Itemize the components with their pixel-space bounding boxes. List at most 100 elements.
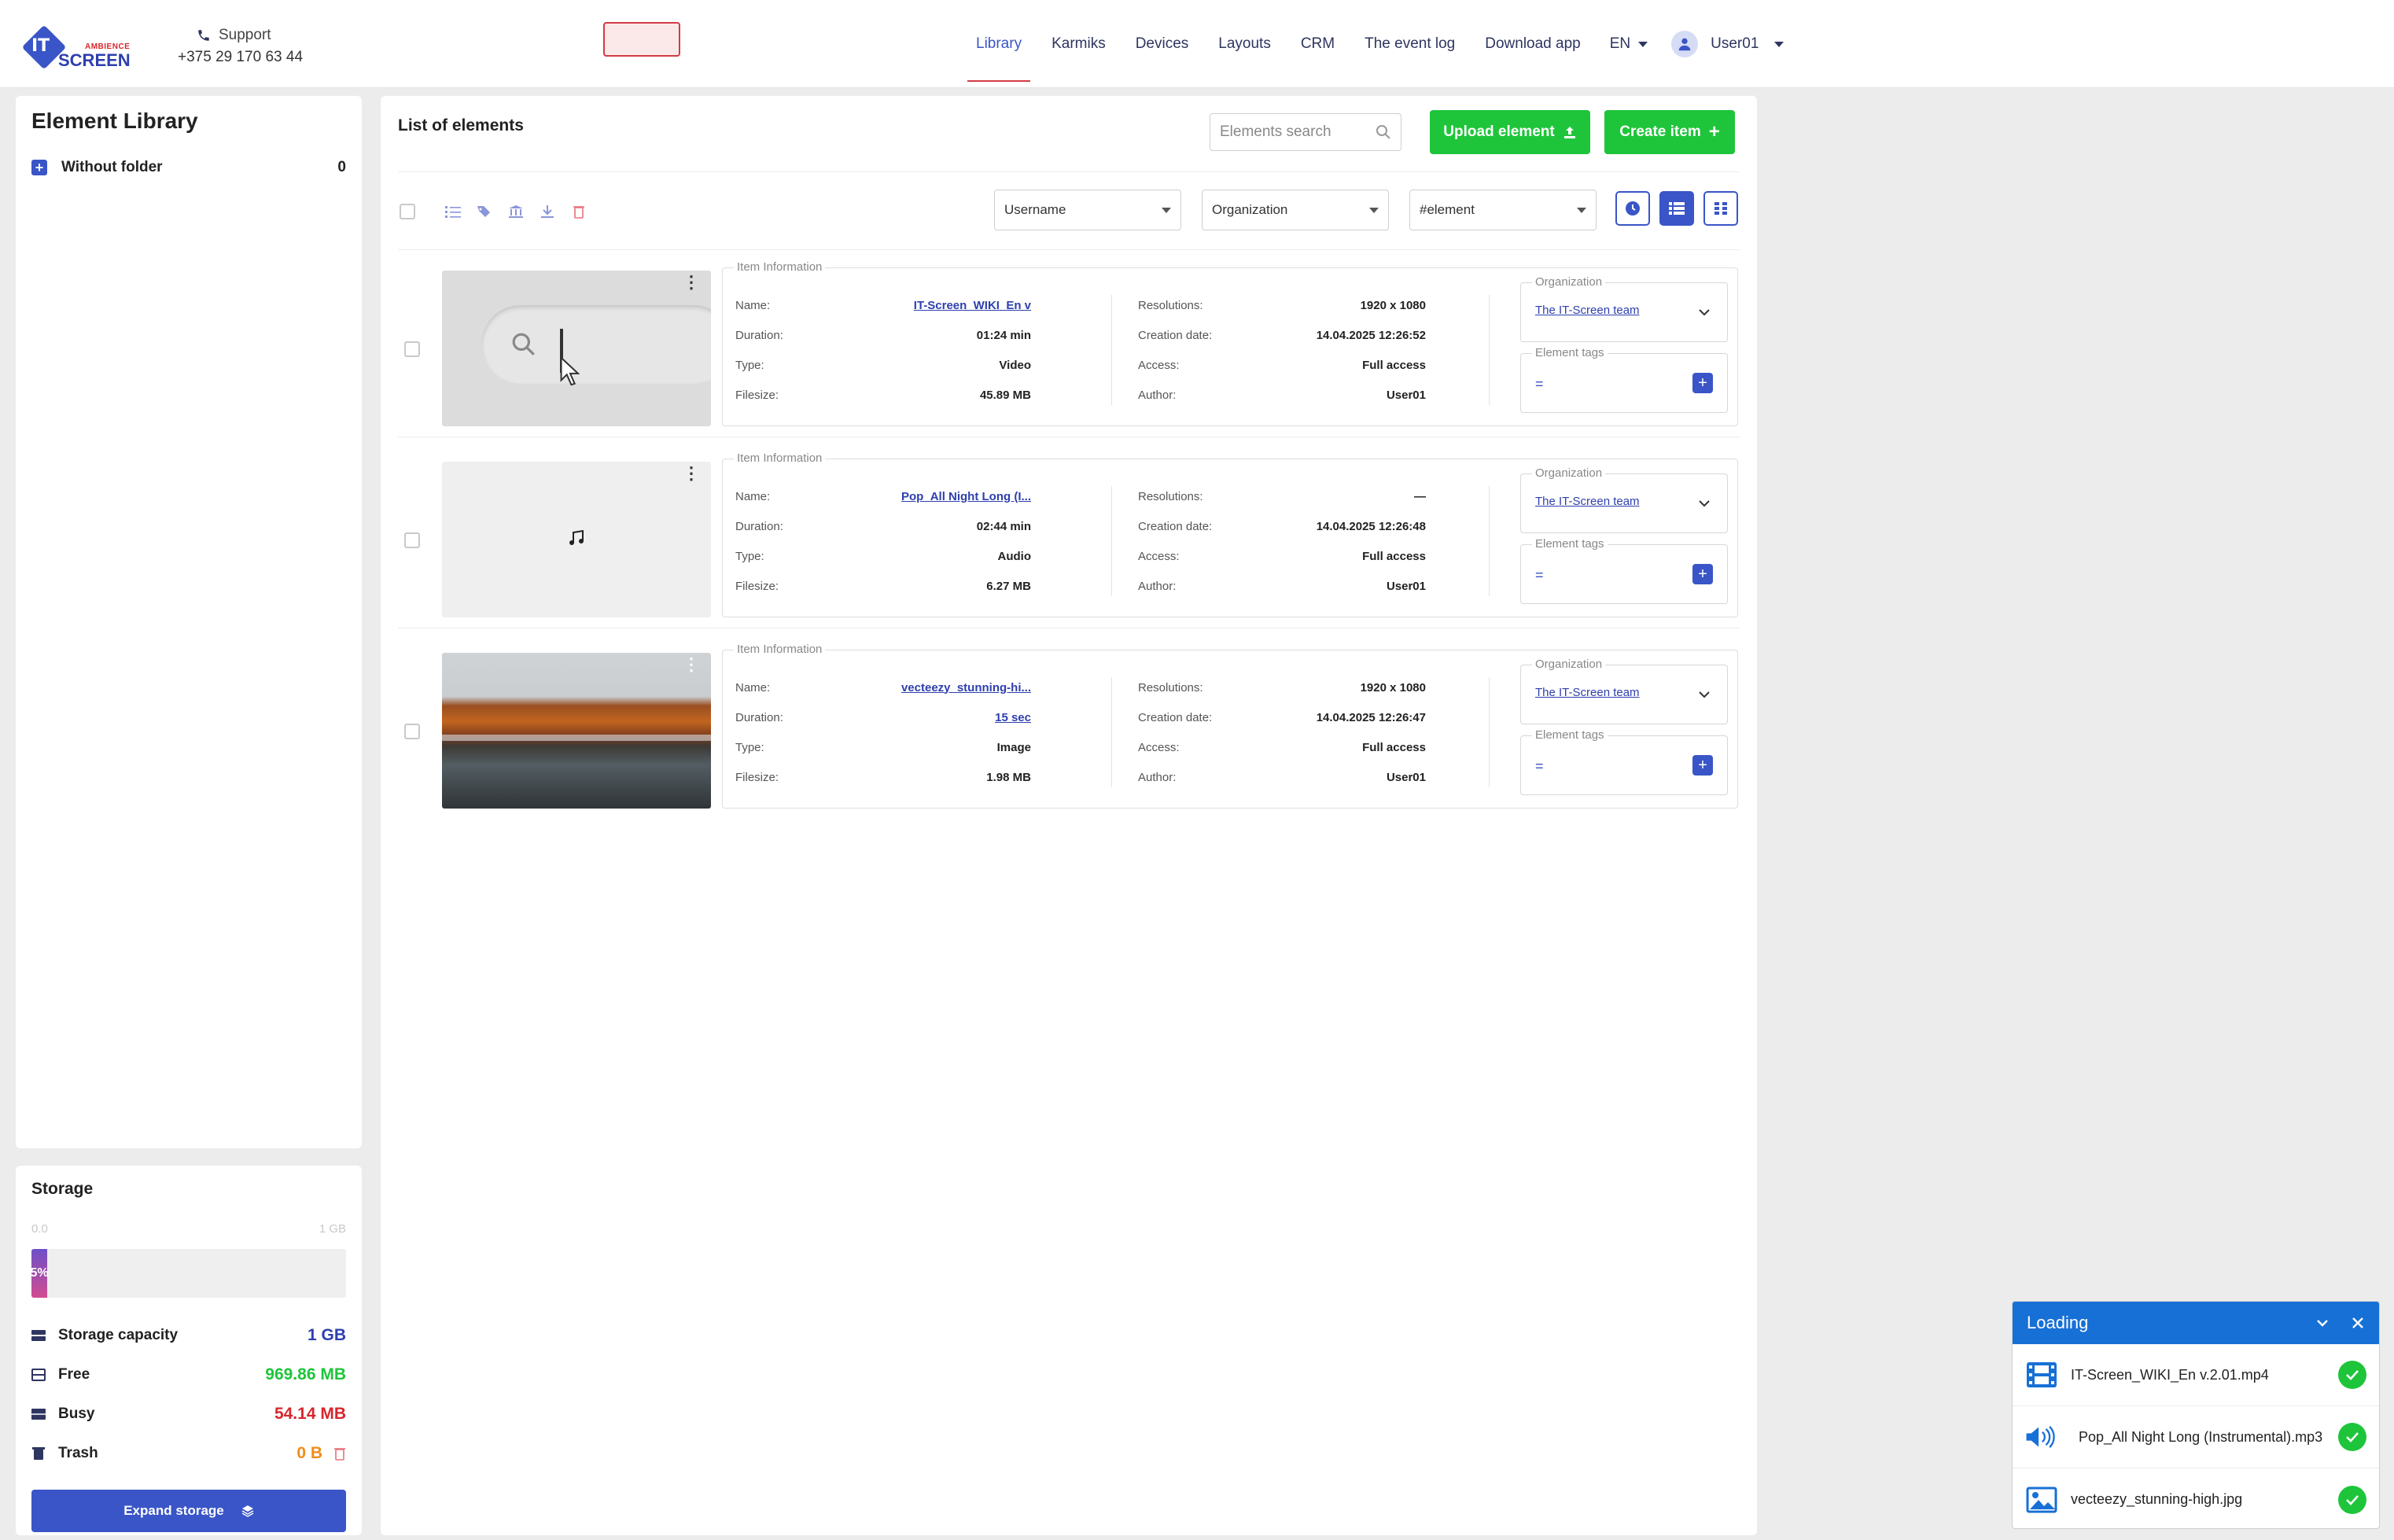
folder-label: Without folder [61,159,163,175]
element-name-link[interactable]: vecteezy_stunning-hi... [901,681,1031,694]
organization-select[interactable]: Organization The IT-Screen team [1520,275,1728,342]
add-tag-button[interactable]: + [1692,564,1713,584]
element-card: ⋮ Item Information Name: vecteezy_stunnin… [398,643,1740,820]
element-resolution: 1920 x 1080 [1360,298,1426,312]
search-input[interactable]: Elements search [1210,113,1401,151]
delete-icon[interactable] [571,204,587,219]
speaker-icon [2026,1425,2055,1449]
element-checkbox[interactable] [404,341,420,357]
chevron-down-icon [1577,207,1586,213]
element-tags-field[interactable]: Element tags = + [1520,728,1728,795]
folder-count: 0 [337,159,346,175]
logo[interactable]: IT AMBIENCE SCREEN [21,24,131,71]
folder-without-folder[interactable]: + Without folder 0 [31,159,346,176]
add-tag-button[interactable]: + [1692,373,1713,393]
storage-panel: Storage 0.0 1 GB 5% Storage capacity 1 G… [16,1166,362,1535]
list-icon[interactable] [445,204,461,219]
chevron-down-icon [1369,207,1379,213]
create-item-button[interactable]: Create item + [1604,110,1735,154]
tags-legend: Element tags [1532,346,1608,359]
nav-download-app[interactable]: Download app [1470,0,1595,88]
storage-bar-fill: 5% [31,1249,49,1298]
element-checkbox[interactable] [404,724,420,739]
filesize-label: Filesize: [735,579,779,593]
list-view-icon [1669,202,1685,215]
element-author: User01 [1386,770,1426,784]
nav-event-log[interactable]: The event log [1350,0,1470,88]
element-type: Audio [997,549,1032,563]
download-icon[interactable] [540,204,555,219]
close-icon[interactable] [2351,1316,2365,1330]
element-tag-filter[interactable]: #element [1409,190,1597,230]
element-name-link[interactable]: IT-Screen_WIKI_En v [914,299,1031,312]
support-phone[interactable]: +375 29 170 63 44 [178,49,303,66]
element-name-link[interactable]: Pop_All Night Long (I... [901,490,1031,503]
organization-select[interactable]: Organization The IT-Screen team [1520,466,1728,533]
history-view-button[interactable] [1615,191,1650,226]
username-filter[interactable]: Username [994,190,1181,230]
support-block: Support +375 29 170 63 44 [178,27,303,66]
organization-value[interactable]: The IT-Screen team [1535,495,1640,508]
organization-select[interactable]: Organization The IT-Screen team [1520,658,1728,724]
image-thumbnail[interactable]: ⋮ [442,653,711,809]
tags-legend: Element tags [1532,537,1608,551]
scale-min: 0.0 [31,1222,48,1236]
main-nav: Library Karmiks Devices Layouts CRM The … [961,0,1784,88]
element-duration: 01:24 min [976,328,1031,342]
tags-icon[interactable] [477,204,492,219]
nav-layouts[interactable]: Layouts [1203,0,1286,88]
creation-date-label: Creation date: [1138,710,1213,724]
element-filesize: 6.27 MB [986,579,1031,593]
more-options-icon[interactable]: ⋮ [683,465,700,482]
more-options-icon[interactable]: ⋮ [683,274,700,291]
language-label: EN [1609,35,1631,52]
grid-view-button[interactable] [1703,191,1738,226]
collapse-icon[interactable] [2315,1315,2330,1331]
add-tag-button[interactable]: + [1692,755,1713,776]
storage-free-row: Free 969.86 MB [31,1365,346,1384]
loading-item: Pop_All Night Long (Instrumental).mp3 [2013,1406,2379,1468]
nav-devices[interactable]: Devices [1121,0,1204,88]
audio-thumbnail[interactable]: ⋮ [442,462,711,617]
organization-value[interactable]: The IT-Screen team [1535,304,1640,317]
organization-value[interactable]: The IT-Screen team [1535,686,1640,699]
organization-icon[interactable] [508,204,524,219]
video-thumbnail[interactable]: ⋮ [442,271,711,426]
select-all-checkbox[interactable] [400,204,415,219]
divider [1111,295,1112,405]
username-filter-label: Username [1004,202,1066,217]
element-checkbox[interactable] [404,532,420,548]
loading-file-name: IT-Screen_WIKI_En v.2.01.mp4 [2071,1366,2269,1383]
author-label: Author: [1138,770,1177,784]
empty-trash-icon[interactable] [333,1446,346,1461]
tags-value: = [1535,567,1544,583]
element-tags-field[interactable]: Element tags = + [1520,346,1728,413]
clock-icon [1626,201,1640,216]
element-duration-link[interactable]: 15 sec [995,711,1031,724]
storage-capacity-label: Storage capacity [58,1327,179,1343]
loading-item: vecteezy_stunning-high.jpg [2013,1468,2379,1528]
list-view-button[interactable] [1659,191,1694,226]
element-author: User01 [1386,579,1426,593]
filesize-label: Filesize: [735,770,779,784]
organization-legend: Organization [1532,275,1606,289]
element-author: User01 [1386,388,1426,402]
element-tags-field[interactable]: Element tags = + [1520,537,1728,604]
more-options-icon[interactable]: ⋮ [683,656,700,673]
info-column-right: Resolutions: 1920 x 1080 Creation date: 14… [1138,672,1426,798]
user-menu[interactable]: User01 [1662,31,1784,57]
nav-crm[interactable]: CRM [1286,0,1350,88]
divider [1489,677,1490,787]
trash-icon [32,1447,45,1460]
organization-filter[interactable]: Organization [1202,190,1389,230]
language-select[interactable]: EN [1596,35,1662,53]
nav-library[interactable]: Library [961,0,1037,88]
upload-element-button[interactable]: Upload element [1430,110,1590,154]
nav-karmiks[interactable]: Karmiks [1037,0,1121,88]
library-title: Element Library [31,109,198,133]
type-label: Type: [735,740,764,754]
expand-storage-button[interactable]: Expand storage [31,1490,346,1532]
element-duration: 02:44 min [976,519,1031,533]
add-folder-icon[interactable]: + [31,160,47,175]
element-filesize: 45.89 MB [979,388,1031,402]
